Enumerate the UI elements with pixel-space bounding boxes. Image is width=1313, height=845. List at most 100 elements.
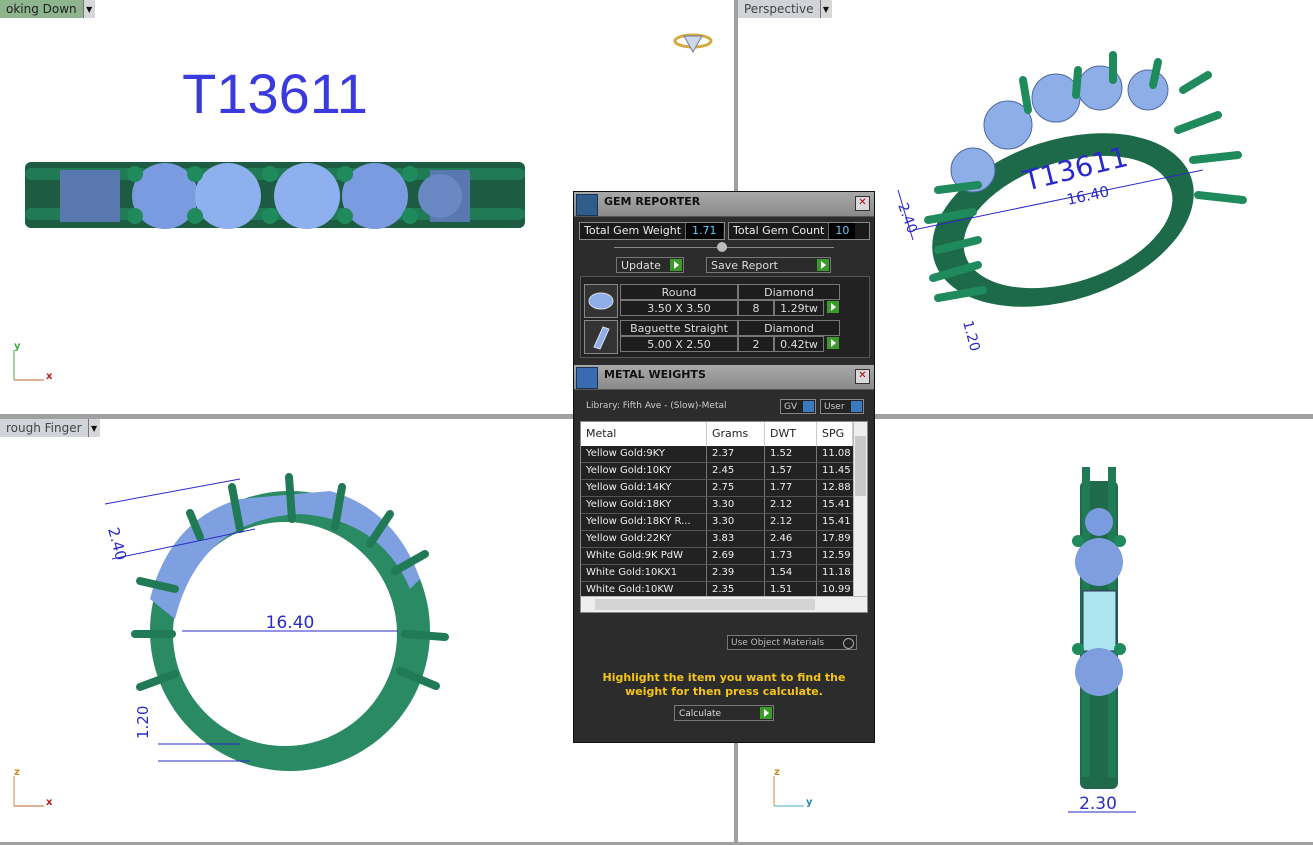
table-row[interactable]: Yellow Gold:10KY 2.45 1.57 11.45 [581, 463, 867, 480]
table-row[interactable]: Yellow Gold:9KY 2.37 1.52 11.08 [581, 446, 867, 463]
table-cell: 17.89 [822, 533, 851, 544]
table-cell: 2.69 [707, 548, 765, 564]
chevron-down-icon[interactable]: ▼ [82, 0, 95, 18]
table-header: Metal Grams DWT SPG [581, 422, 867, 446]
table-cell: 2.45 [707, 463, 765, 479]
chevron-down-icon[interactable]: ▼ [87, 419, 100, 437]
gem-count: 2 [738, 336, 774, 352]
table-cell: 12.88 [822, 482, 851, 493]
collapse-handle-icon[interactable] [717, 242, 727, 252]
table-row[interactable]: Yellow Gold:22KY 3.83 2.46 17.89 [581, 531, 867, 548]
col-grams[interactable]: Grams [707, 422, 765, 446]
table-cell: 2.12 [765, 514, 817, 530]
dim-band-label: 1.20 [134, 706, 152, 739]
metal-weights-titlebar[interactable]: METAL WEIGHTS ✕ [574, 365, 874, 390]
table-cell: 2.46 [765, 531, 817, 547]
axis-x-label: x [46, 371, 53, 382]
axis-y-label: y [14, 341, 21, 352]
gem-type: Diamond [738, 284, 840, 300]
gem-size: 5.00 X 2.50 [620, 336, 738, 352]
calculate-button[interactable]: Calculate [674, 705, 774, 721]
gem-reporter-title: GEM REPORTER [604, 195, 701, 208]
library-label: Library: Fifth Ave - (Slow)-Metal [586, 401, 727, 411]
horizontal-scrollbar[interactable] [581, 596, 867, 612]
metal-table[interactable]: Metal Grams DWT SPG Yellow Gold:9KY 2.37 1… [580, 421, 868, 613]
col-metal[interactable]: Metal [581, 422, 707, 446]
table-row[interactable]: White Gold:10KX1 2.39 1.54 11.18 [581, 565, 867, 582]
viewport-tab-perspective[interactable]: Perspective ▼ [738, 0, 832, 18]
gem-row-baguette[interactable]: Baguette Straight Diamond 5.00 X 2.50 2 … [584, 320, 840, 354]
table-row[interactable]: Yellow Gold:18KY R... 3.30 2.12 15.41 [581, 514, 867, 531]
dim-gem-label: 2.40 [104, 525, 130, 562]
vertical-scrollbar[interactable] [853, 422, 867, 596]
gem-reporter-panel: GEM REPORTER ✕ Total Gem Weight 1.71 Tot… [573, 191, 875, 743]
chevron-down-icon[interactable]: ▼ [819, 0, 832, 18]
table-cell: 11.45 [822, 465, 851, 476]
table-cell: Yellow Gold:18KY [581, 497, 707, 513]
total-gem-weight-label: Total Gem Weight [584, 224, 682, 237]
gem-type: Diamond [738, 320, 840, 336]
use-object-materials-toggle[interactable]: Use Object Materials [727, 635, 857, 650]
gv-label: GV [784, 402, 798, 412]
table-cell: 2.75 [707, 480, 765, 496]
close-icon[interactable]: ✕ [855, 369, 870, 384]
viewport-tab-finger[interactable]: rough Finger ▼ [0, 419, 100, 437]
play-icon [817, 259, 829, 271]
info-icon [803, 401, 814, 412]
gem-go-button[interactable] [825, 300, 840, 316]
table-cell: Yellow Gold:22KY [581, 531, 707, 547]
gem-row-round[interactable]: Round Diamond 3.50 X 3.50 8 1.29tw [584, 284, 840, 318]
gem-weight: 1.29tw [774, 300, 824, 316]
hint-text: Highlight the item you want to find the … [602, 671, 846, 698]
close-icon[interactable]: ✕ [855, 196, 870, 211]
total-gem-count-label: Total Gem Count [733, 224, 825, 237]
table-cell: 3.30 [707, 497, 765, 513]
metal-weights-icon [576, 367, 598, 389]
baguette-gem-icon [584, 320, 618, 354]
update-button-label: Update [621, 259, 661, 272]
table-cell: 15.41 [822, 499, 851, 510]
table-cell: White Gold:10KX1 [581, 565, 707, 581]
axis-y-label: y [806, 797, 813, 808]
table-cell: Yellow Gold:9KY [581, 446, 707, 462]
col-dwt[interactable]: DWT [765, 422, 817, 446]
gv-selector[interactable]: GV [780, 399, 816, 414]
play-icon [670, 259, 682, 271]
col-spg[interactable]: SPG [817, 422, 853, 446]
table-cell: 2.39 [707, 565, 765, 581]
table-cell: 11.18 [822, 567, 851, 578]
total-gem-count: Total Gem Count 10 [728, 222, 870, 240]
user-selector[interactable]: User [820, 399, 864, 414]
dim-width-label: 2.30 [1079, 794, 1117, 814]
table-cell: 15.41 [822, 516, 851, 527]
table-cell: Yellow Gold:18KY R... [581, 514, 707, 530]
play-icon [760, 707, 772, 719]
viewport-tab-top[interactable]: oking Down ▼ [0, 0, 95, 18]
info-icon [851, 401, 862, 412]
table-cell: 1.57 [765, 463, 817, 479]
dim-width-label: 16.40 [266, 613, 315, 633]
viewport-title: Perspective [738, 0, 820, 18]
gem-size: 3.50 X 3.50 [620, 300, 738, 316]
update-button[interactable]: Update [616, 257, 684, 273]
gem-reporter-titlebar[interactable]: GEM REPORTER ✕ [574, 192, 874, 217]
table-row[interactable]: Yellow Gold:18KY 3.30 2.12 15.41 [581, 497, 867, 514]
use-object-materials-label: Use Object Materials [731, 638, 825, 648]
table-row[interactable]: Yellow Gold:14KY 2.75 1.77 12.88 [581, 480, 867, 497]
table-cell: 2.12 [765, 497, 817, 513]
axis-x-label: x [46, 797, 53, 808]
table-body: Yellow Gold:9KY 2.37 1.52 11.08 Yellow Gold:… [581, 446, 867, 612]
viewport-title: oking Down [0, 0, 83, 18]
metal-weights-title: METAL WEIGHTS [604, 368, 706, 381]
table-cell: 11.08 [822, 448, 851, 459]
save-report-button[interactable]: Save Report [706, 257, 831, 273]
gem-shape: Round [620, 284, 738, 300]
play-icon [827, 337, 839, 349]
gem-go-button[interactable] [825, 336, 840, 352]
calculate-label: Calculate [679, 709, 722, 719]
play-icon [827, 301, 839, 313]
dim-gem-label: 2.40 [894, 201, 920, 236]
total-gem-count-value: 10 [828, 223, 856, 239]
table-row[interactable]: White Gold:9K PdW 2.69 1.73 12.59 [581, 548, 867, 565]
table-cell: White Gold:9K PdW [581, 548, 707, 564]
